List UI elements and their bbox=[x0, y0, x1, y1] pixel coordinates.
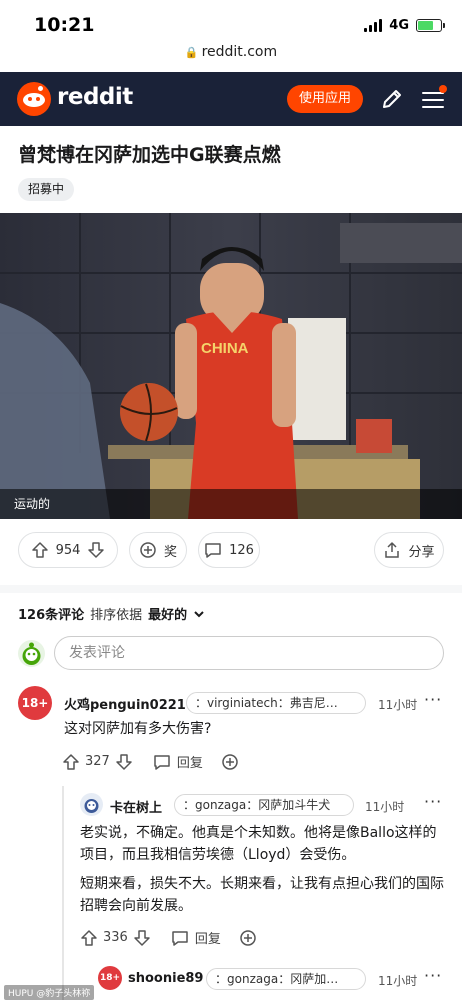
watermark: HUPU @豹子头林祢 bbox=[4, 985, 95, 1000]
more-options-icon[interactable]: ··· bbox=[424, 690, 442, 709]
comment-body-paragraph-1: 老实说，不确定。他真是个未知数。他将是像Ballo这样的项目，而且我相信劳埃德（… bbox=[80, 825, 437, 863]
user-flair: ：virginiatech：弗吉尼… bbox=[186, 692, 366, 714]
comment-icon bbox=[205, 543, 221, 558]
reply-button[interactable]: 回复 bbox=[177, 752, 203, 771]
vote-count: 954 bbox=[55, 542, 81, 558]
status-icons: 4G bbox=[364, 18, 445, 33]
award-label: 奖 bbox=[163, 544, 177, 560]
comment-sort-row[interactable]: 126条评论 排序依据 最好的 bbox=[18, 604, 205, 623]
reply-icon[interactable] bbox=[171, 929, 189, 947]
chevron-down-icon[interactable] bbox=[193, 608, 205, 620]
url-text: reddit.com bbox=[201, 44, 278, 60]
upvote-icon[interactable] bbox=[62, 753, 80, 771]
media-caption: 运动的 bbox=[14, 497, 51, 511]
reddit-wordmark[interactable]: reddit bbox=[57, 84, 133, 110]
award-icon bbox=[140, 542, 156, 558]
comment-time: 11小时 bbox=[378, 698, 418, 712]
snoo-avatar-icon bbox=[84, 799, 99, 813]
post-actions: 954 奖 126 分享 bbox=[0, 532, 462, 570]
post-title[interactable]: 曾梵博在冈萨加选中G联赛点燃 bbox=[18, 140, 281, 167]
user-flair: ：gonzaga：冈萨加… bbox=[206, 968, 366, 990]
reply-avatar[interactable] bbox=[80, 793, 103, 816]
share-icon bbox=[385, 542, 400, 558]
comment-time: 11小时 bbox=[365, 800, 405, 814]
reddit-header: reddit 使用应用 bbox=[0, 72, 462, 126]
nsfw-avatar[interactable]: 18+ bbox=[18, 686, 52, 720]
comment-input[interactable]: 发表评论 bbox=[54, 636, 444, 670]
sort-value[interactable]: 最好的 bbox=[148, 604, 187, 623]
downvote-icon[interactable] bbox=[115, 753, 133, 771]
use-app-button[interactable]: 使用应用 bbox=[287, 85, 363, 113]
comment-username[interactable]: shoonie89 bbox=[128, 971, 203, 986]
status-bar: 10:21 4G bbox=[0, 0, 462, 48]
pencil-icon[interactable] bbox=[380, 87, 404, 111]
comments-button[interactable]: 126 bbox=[198, 532, 260, 568]
comment-actions: 327 回复 bbox=[62, 752, 239, 771]
jersey-text: CHINA bbox=[201, 340, 249, 357]
comment-count-label: 126条评论 bbox=[18, 608, 85, 623]
reddit-logo-icon[interactable] bbox=[17, 82, 51, 116]
comment-username[interactable]: 火鸡penguin0221 bbox=[64, 694, 186, 713]
comments-count: 126 bbox=[229, 542, 254, 558]
thread-line bbox=[62, 786, 64, 1000]
award-icon[interactable] bbox=[221, 753, 239, 771]
award-icon[interactable] bbox=[239, 929, 257, 947]
upvote-icon[interactable] bbox=[31, 541, 49, 559]
downvote-icon[interactable] bbox=[87, 541, 105, 559]
post-flair[interactable]: 招募中 bbox=[18, 178, 75, 201]
user-avatar[interactable] bbox=[18, 640, 45, 667]
comment-composer: 发表评论 bbox=[18, 636, 444, 670]
snoo-avatar-icon bbox=[22, 642, 41, 665]
share-button[interactable]: 分享 bbox=[374, 532, 444, 568]
comment-time: 11小时 bbox=[378, 974, 418, 988]
nsfw-avatar[interactable]: 18+ bbox=[98, 966, 122, 990]
more-options-icon[interactable]: ··· bbox=[424, 792, 442, 811]
more-options-icon[interactable]: ··· bbox=[424, 966, 442, 985]
signal-icon bbox=[364, 19, 383, 32]
post-image[interactable]: CHINA 运动的 bbox=[0, 213, 462, 519]
reply-button[interactable]: 回复 bbox=[195, 928, 221, 947]
notification-dot bbox=[439, 85, 447, 93]
browser-url-bar[interactable]: 🔒 reddit.com bbox=[0, 44, 462, 72]
comment-vote-count: 327 bbox=[85, 754, 110, 769]
share-label: 分享 bbox=[408, 544, 435, 560]
status-time: 10:21 bbox=[34, 14, 95, 36]
comment-actions: 336 回复 bbox=[80, 928, 257, 947]
comment-body: 这对冈萨加有多大伤害? bbox=[64, 721, 212, 737]
downvote-icon[interactable] bbox=[133, 929, 151, 947]
reply-icon[interactable] bbox=[153, 753, 171, 771]
hamburger-menu-icon[interactable] bbox=[420, 85, 447, 112]
basketball-player-photo: CHINA bbox=[0, 213, 462, 519]
sort-prefix: 排序依据 bbox=[90, 608, 143, 623]
section-divider bbox=[0, 585, 462, 593]
comment-username[interactable]: 卡在树上 bbox=[110, 797, 162, 816]
comment-vote-count: 336 bbox=[103, 930, 128, 945]
upvote-icon[interactable] bbox=[80, 929, 98, 947]
comment-body-paragraph-2: 短期来看，损失不大。长期来看，让我有点担心我们的国际招聘会向前发展。 bbox=[80, 876, 444, 914]
user-flair: ：gonzaga：冈萨加斗牛犬 bbox=[174, 794, 354, 816]
lock-icon: 🔒 bbox=[184, 46, 199, 59]
battery-icon bbox=[416, 19, 445, 32]
award-button[interactable]: 奖 bbox=[129, 532, 187, 568]
vote-pill: 954 bbox=[18, 532, 118, 568]
network-type: 4G bbox=[389, 18, 409, 33]
